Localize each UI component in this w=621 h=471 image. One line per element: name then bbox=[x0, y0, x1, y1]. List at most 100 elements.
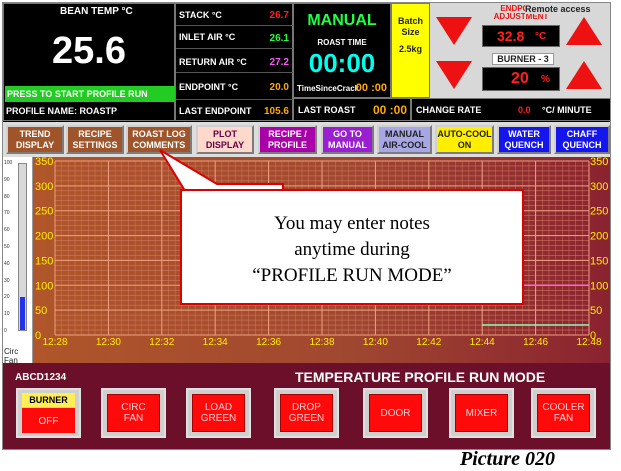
adjust-panel: ENDPOINT ADJUSTMENT Remote access 32.8 °… bbox=[430, 3, 610, 98]
remote-access-label: Remote access bbox=[525, 4, 591, 14]
thermometer-tube bbox=[18, 163, 27, 331]
burner-value: 20 bbox=[511, 70, 529, 87]
change-rate-unit: °C/ MINUTE bbox=[542, 105, 592, 115]
equipment-button-label: COOLER FAN bbox=[537, 394, 590, 432]
y-tick-label-left: 200 bbox=[35, 231, 53, 243]
bean-temp-value: 25.6 bbox=[52, 30, 126, 72]
endpoint-value: 20.0 bbox=[269, 82, 289, 93]
equipment-button-3[interactable]: DROP GREEN bbox=[274, 388, 339, 438]
change-rate-panel: CHANGE RATE 0.0 °C/ MINUTE bbox=[411, 98, 610, 121]
stack-label: STACK °C bbox=[179, 10, 222, 20]
endpoint-up-button[interactable] bbox=[566, 17, 602, 45]
callout-line-2: anytime during bbox=[294, 239, 410, 260]
return-label: RETURN AIR °C bbox=[179, 57, 247, 67]
equipment-button-label: DOOR bbox=[369, 394, 422, 432]
endpoint-down-button[interactable] bbox=[436, 17, 472, 45]
last-endpoint-value: 105.6 bbox=[263, 106, 289, 117]
inlet-label: INLET AIR °C bbox=[179, 32, 236, 42]
roast-time-label: ROAST TIME bbox=[317, 38, 367, 47]
burner-state: OFF bbox=[22, 408, 75, 433]
batch-size-label: Batch Size bbox=[397, 16, 423, 37]
time-since-crack-value: 00 :00 bbox=[355, 82, 387, 94]
bean-temp-panel: BEAN TEMP °C 25.6 PRESS TO START PROFILE… bbox=[3, 3, 175, 121]
endpoint-adjust-unit: °C bbox=[535, 31, 547, 42]
last-roast-panel: LAST ROAST 00 :00 bbox=[293, 98, 411, 121]
inlet-value: 26.1 bbox=[269, 33, 289, 44]
thermometer-tick-label: 80 bbox=[4, 193, 10, 200]
equipment-button-label: DROP GREEN bbox=[280, 394, 333, 432]
x-tick-label: 12:40 bbox=[363, 337, 388, 348]
thermometer-tick-label: 70 bbox=[4, 210, 10, 217]
x-tick-label: 12:34 bbox=[203, 337, 228, 348]
x-tick-label: 12:46 bbox=[523, 337, 548, 348]
x-tick-label: 12:30 bbox=[96, 337, 121, 348]
sensor-panel: STACK °C 26.7 INLET AIR °C 26.1 RETURN A… bbox=[175, 3, 293, 121]
equipment-button-label: CIRC FAN bbox=[107, 394, 160, 432]
callout-cover bbox=[182, 191, 282, 201]
roast-time-value: 00:00 bbox=[308, 48, 376, 78]
equipment-button-label: MIXER bbox=[455, 394, 508, 432]
callout-text: You may enter notes anytime during “PROF… bbox=[183, 211, 521, 289]
profile-name: PROFILE NAME: ROASTP bbox=[6, 106, 118, 116]
burner-label: BURNER - 3 bbox=[492, 53, 554, 65]
x-tick-label: 12:44 bbox=[470, 337, 495, 348]
equipment-button-5[interactable]: MIXER bbox=[449, 388, 514, 438]
x-tick-label: 12:48 bbox=[576, 337, 601, 348]
x-tick-label: 12:32 bbox=[149, 337, 174, 348]
nav-button-8[interactable]: AUTO-COOL ON bbox=[435, 125, 494, 154]
picture-caption: Picture 020 bbox=[460, 448, 555, 470]
x-tick-label: 12:36 bbox=[256, 337, 281, 348]
callout-line-1: You may enter notes bbox=[274, 213, 430, 234]
bean-temp-label: BEAN TEMP °C bbox=[60, 6, 133, 17]
callout-line-3: “PROFILE RUN MODE” bbox=[252, 265, 452, 286]
nav-button-7[interactable]: MANUAL AIR-COOL bbox=[377, 125, 432, 154]
mode-label: MANUAL bbox=[307, 12, 377, 29]
y-tick-label-left: 150 bbox=[35, 255, 53, 267]
equipment-button-4[interactable]: DOOR bbox=[363, 388, 428, 438]
burner-button[interactable]: BURNER OFF bbox=[16, 388, 81, 438]
nav-button-1[interactable]: TREND DISPLAY bbox=[6, 125, 64, 154]
nav-button-9[interactable]: WATER QUENCH bbox=[497, 125, 551, 154]
y-tick-label-right: 100 bbox=[590, 280, 608, 292]
y-tick-label-right: 250 bbox=[590, 206, 608, 218]
y-tick-label-right: 300 bbox=[590, 181, 608, 193]
last-roast-label: LAST ROAST bbox=[298, 105, 356, 115]
thermometer-tick-label: 50 bbox=[4, 244, 10, 250]
thermometer-tick-label: 30 bbox=[4, 277, 10, 284]
nav-button-2[interactable]: RECIPE SETTINGS bbox=[66, 125, 124, 154]
time-since-crack-label: TimeSinceCrack bbox=[297, 84, 360, 93]
y-tick-label-right: 200 bbox=[590, 231, 608, 243]
equipment-button-2[interactable]: LOAD GREEN bbox=[186, 388, 251, 438]
x-tick-label: 12:38 bbox=[309, 337, 334, 348]
nav-button-10[interactable]: CHAFF QUENCH bbox=[554, 125, 610, 154]
run-mode-title: TEMPERATURE PROFILE RUN MODE bbox=[295, 369, 546, 385]
start-profile-button[interactable]: PRESS TO START PROFILE RUN bbox=[5, 86, 175, 102]
burner-box: 20 % bbox=[482, 67, 560, 91]
burner-up-button[interactable] bbox=[566, 61, 602, 89]
y-tick-label-left: 0 bbox=[35, 330, 41, 342]
roaster-screen: BEAN TEMP °C 25.6 PRESS TO START PROFILE… bbox=[2, 2, 611, 450]
thermometer-tick-label: 90 bbox=[4, 176, 10, 183]
batch-size-panel: Batch Size 2.5kg bbox=[391, 3, 430, 98]
equipment-code: ABCD1234 bbox=[15, 372, 67, 383]
equipment-button-label: LOAD GREEN bbox=[192, 394, 245, 432]
thermometer-tick-label: 40 bbox=[4, 260, 10, 267]
thermometer-tick-label: 60 bbox=[4, 227, 10, 234]
change-rate-value: 0.0 bbox=[518, 105, 531, 115]
thermometer-tick-label: 10 bbox=[4, 311, 10, 318]
burner-unit: % bbox=[541, 74, 550, 85]
burner-down-button[interactable] bbox=[436, 61, 472, 89]
x-tick-label: 12:42 bbox=[416, 337, 441, 348]
y-tick-label-left: 50 bbox=[35, 305, 47, 317]
endpoint-label: ENDPOINT °C bbox=[179, 82, 239, 92]
mode-panel: MANUAL ROAST TIME 00:00 TimeSinceCrack 0… bbox=[293, 3, 391, 98]
y-tick-label-right: 150 bbox=[590, 255, 608, 267]
equipment-button-6[interactable]: COOLER FAN bbox=[531, 388, 596, 438]
thermometer-tick-label: 0 bbox=[4, 328, 7, 334]
equipment-button-1[interactable]: CIRC FAN bbox=[101, 388, 166, 438]
y-tick-label-left: 300 bbox=[35, 181, 53, 193]
batch-size-value: 2.5kg bbox=[398, 44, 422, 54]
endpoint-adjust-box: 32.8 °C bbox=[482, 25, 560, 47]
thermometer-fill bbox=[20, 296, 25, 330]
stack-value: 26.7 bbox=[269, 10, 289, 21]
